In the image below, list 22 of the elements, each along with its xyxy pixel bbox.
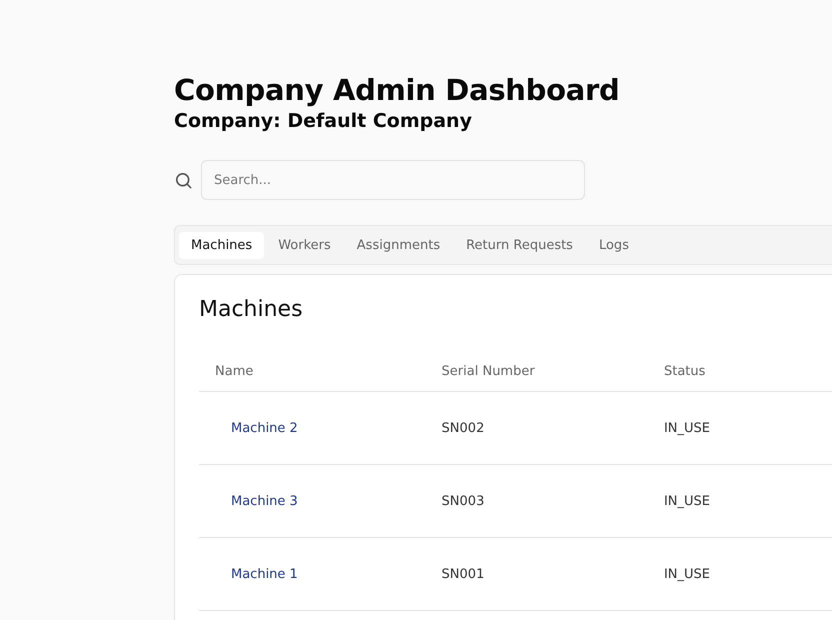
company-name: Company: Default Company (174, 109, 473, 134)
tab[interactable]: Machines (179, 232, 264, 258)
machine-link[interactable]: Machine 2 (231, 420, 298, 436)
table-cell: IN_USE (664, 494, 710, 508)
page-title: Company Admin Dashboard (174, 72, 620, 108)
card-title: Machines (199, 297, 304, 322)
table-cell: SN001 (442, 566, 484, 582)
column-header: Name (199, 352, 426, 392)
table-cell: SN003 (442, 494, 484, 508)
table-cell: SN002 (442, 420, 484, 436)
tab[interactable]: Logs (586, 232, 641, 258)
tab[interactable]: Workers (266, 232, 343, 258)
tab[interactable]: Return Requests (454, 232, 585, 258)
search-field[interactable]: Search... (201, 160, 585, 200)
machine-link[interactable]: Machine 1 (231, 566, 298, 582)
table-cell: IN_USE (664, 420, 710, 436)
table-cell: IN_USE (664, 566, 710, 582)
search-icon (174, 170, 193, 190)
tab[interactable]: Assignments (344, 232, 452, 258)
column-header: Serial Number (426, 352, 648, 392)
machine-link[interactable]: Machine 3 (231, 494, 298, 508)
column-header: Status (648, 352, 832, 392)
